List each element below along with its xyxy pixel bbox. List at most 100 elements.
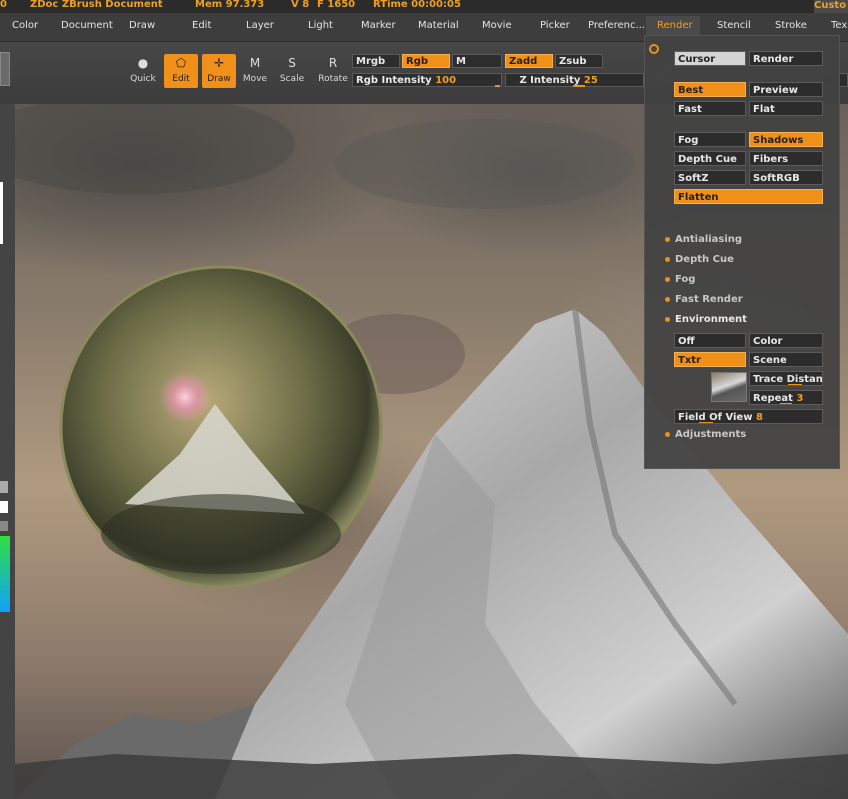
- scale-button[interactable]: S Scale: [275, 54, 309, 88]
- environment-off-button[interactable]: Off: [674, 333, 746, 348]
- subpalette-fast-render[interactable]: Fast Render: [665, 294, 743, 305]
- bullet-icon: [665, 277, 670, 282]
- menu-light[interactable]: Light: [308, 20, 333, 31]
- frame-readout: F 1650: [317, 0, 356, 10]
- flat-render-button[interactable]: Flat: [749, 101, 823, 116]
- zadd-button[interactable]: Zadd: [505, 54, 553, 68]
- scale-icon: S: [288, 56, 296, 70]
- rgb-button[interactable]: Rgb: [402, 54, 450, 68]
- preview-render-button[interactable]: Preview: [749, 82, 823, 97]
- left-tray-marker: [0, 182, 3, 244]
- trace-distance-slider[interactable]: Trace Distan: [749, 371, 823, 386]
- menu-document[interactable]: Document: [61, 20, 113, 31]
- rgb-intensity-value: 100: [435, 75, 457, 86]
- bullet-icon: [665, 317, 670, 322]
- draw-crosshair-icon: ✛: [213, 56, 225, 70]
- rgb-intensity-fill: [495, 85, 500, 87]
- menu-layer[interactable]: Layer: [246, 20, 274, 31]
- bullet-icon: [665, 257, 670, 262]
- softrgb-toggle[interactable]: SoftRGB: [749, 170, 823, 185]
- menu-marker[interactable]: Marker: [361, 20, 396, 31]
- custom-ui-button[interactable]: Custo: [814, 0, 848, 13]
- subpalette-adjustments[interactable]: Adjustments: [665, 429, 747, 440]
- z-intensity-fill: [573, 85, 585, 87]
- subpalette-depth-cue[interactable]: Depth Cue: [665, 254, 734, 265]
- zsub-button[interactable]: Zsub: [555, 54, 603, 68]
- menu-stroke[interactable]: Stroke: [775, 20, 807, 31]
- render-palette: Cursor Render Best Preview Fast Flat Fog…: [644, 35, 840, 469]
- subpalette-label: Fog: [675, 274, 696, 285]
- palette-pin-icon[interactable]: [649, 44, 659, 54]
- fast-render-button[interactable]: Fast: [674, 101, 746, 116]
- color-swap-icon[interactable]: [0, 521, 8, 531]
- color-swatch-main[interactable]: [0, 481, 8, 493]
- menu-material[interactable]: Material: [418, 20, 459, 31]
- menu-draw[interactable]: Draw: [129, 20, 155, 31]
- shadows-toggle[interactable]: Shadows: [749, 132, 823, 147]
- environment-texture-thumbnail[interactable]: [711, 372, 747, 402]
- bullet-icon: [665, 297, 670, 302]
- rtime-readout: RTime 00:00:05: [373, 0, 461, 10]
- environment-texture-button[interactable]: Txtr: [674, 352, 746, 367]
- document-name: ZDoc ZBrush Document: [30, 0, 163, 10]
- subpalette-antialiasing[interactable]: Antialiasing: [665, 234, 743, 245]
- flatten-button[interactable]: Flatten: [674, 189, 823, 204]
- best-render-button[interactable]: Best: [674, 82, 746, 97]
- subpalette-label: Adjustments: [675, 429, 747, 440]
- rotate-button[interactable]: R Rotate: [316, 54, 350, 88]
- subpalette-fog[interactable]: Fog: [665, 274, 696, 285]
- m-button[interactable]: M: [452, 54, 502, 68]
- subpalette-label: Fast Render: [675, 294, 743, 305]
- move-label: Move: [242, 74, 268, 84]
- menu-texture[interactable]: Tex: [831, 20, 847, 31]
- subpalette-label: Antialiasing: [675, 234, 743, 245]
- menu-color[interactable]: Color: [12, 20, 38, 31]
- rgb-intensity-label: Rgb Intensity: [356, 75, 432, 86]
- draw-button[interactable]: ✛ Draw: [202, 54, 236, 88]
- move-button[interactable]: M Move: [238, 54, 272, 88]
- rotate-label: Rotate: [318, 74, 348, 84]
- subpalette-environment[interactable]: Environment: [665, 314, 747, 325]
- field-of-view-label: Field Of View: [678, 412, 753, 423]
- tool-thumbnail[interactable]: [0, 52, 10, 86]
- quick-label: Quick: [130, 74, 156, 84]
- menu-render[interactable]: Render: [657, 20, 693, 31]
- subpalette-label: Environment: [675, 314, 747, 325]
- menu-edit[interactable]: Edit: [192, 20, 211, 31]
- fog-toggle[interactable]: Fog: [674, 132, 746, 147]
- field-of-view-value: 8: [755, 412, 763, 423]
- repeat-slider[interactable]: Repeat 3: [749, 390, 823, 405]
- color-picker-strip[interactable]: [0, 536, 10, 612]
- edit-label: Edit: [172, 74, 190, 84]
- z-intensity-label: Z Intensity: [519, 75, 581, 86]
- left-tray: [0, 104, 16, 799]
- field-of-view-slider[interactable]: Field Of View 8: [674, 409, 823, 424]
- rotate-icon: R: [328, 56, 338, 70]
- render-cursor-button[interactable]: Cursor: [674, 51, 746, 66]
- fibers-toggle[interactable]: Fibers: [749, 151, 823, 166]
- environment-scene-button[interactable]: Scene: [749, 352, 823, 367]
- repeat-fill: [780, 403, 792, 404]
- vertex-readout: V 8: [291, 0, 310, 10]
- color-swatch-secondary[interactable]: [0, 501, 8, 513]
- repeat-value: 3: [796, 393, 804, 404]
- rgb-intensity-slider[interactable]: Rgb Intensity 100: [352, 73, 502, 87]
- menu-picker[interactable]: Picker: [540, 20, 570, 31]
- draw-label: Draw: [207, 74, 231, 84]
- depth-cue-toggle[interactable]: Depth Cue: [674, 151, 746, 166]
- render-button[interactable]: Render: [749, 51, 823, 66]
- memory-readout: Mem 97.373: [195, 0, 265, 10]
- menu-stencil[interactable]: Stencil: [717, 20, 751, 31]
- mrgb-button[interactable]: Mrgb: [352, 54, 400, 68]
- move-icon: M: [249, 56, 261, 70]
- z-intensity-slider[interactable]: Z Intensity 25: [505, 73, 644, 87]
- environment-color-button[interactable]: Color: [749, 333, 823, 348]
- app-menu-label[interactable]: 0: [0, 0, 7, 10]
- softz-toggle[interactable]: SoftZ: [674, 170, 746, 185]
- menu-preferences[interactable]: Preferenc...: [588, 20, 645, 31]
- quick-sketch-button[interactable]: ● Quick: [126, 54, 160, 88]
- edit-button[interactable]: ⬠ Edit: [164, 54, 198, 88]
- bullet-icon: [665, 432, 670, 437]
- edit-icon: ⬠: [175, 56, 187, 70]
- menu-movie[interactable]: Movie: [482, 20, 512, 31]
